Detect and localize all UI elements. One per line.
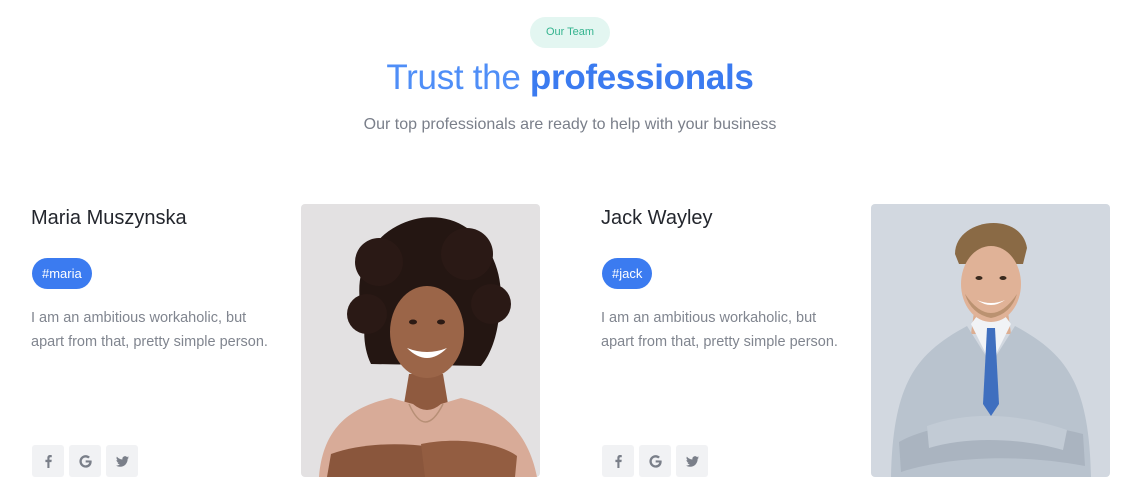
member-name: Jack Wayley: [601, 207, 713, 229]
member-tag[interactable]: #maria: [32, 258, 92, 289]
team-card-jack: Jack Wayley #jack I am an ambitious work…: [601, 204, 1110, 477]
section-subtitle: Our top professionals are ready to help …: [363, 116, 777, 133]
member-name: Maria Muszynska: [31, 207, 187, 229]
google-icon[interactable]: [69, 445, 101, 477]
section-badge: Our Team: [529, 17, 611, 48]
twitter-icon[interactable]: [106, 445, 138, 477]
portrait-man-image: [871, 204, 1110, 477]
facebook-icon[interactable]: [602, 445, 634, 477]
member-tag[interactable]: #jack: [602, 258, 653, 289]
facebook-icon[interactable]: [32, 445, 64, 477]
twitter-icon[interactable]: [676, 445, 708, 477]
social-links: [32, 445, 138, 477]
team-card-maria: Maria Muszynska #maria I am an ambitious…: [31, 204, 540, 477]
social-links: [602, 445, 708, 477]
portrait-woman-image: [301, 204, 540, 477]
title-bold: professionals: [529, 58, 754, 97]
google-icon[interactable]: [639, 445, 671, 477]
section-title: Trust the professionals: [0, 58, 1140, 98]
section-badge-wrap: Our Team: [0, 17, 1140, 48]
member-photo: [871, 204, 1110, 477]
member-bio: I am an ambitious workaholic, but apart …: [601, 310, 838, 350]
member-photo: [301, 204, 540, 477]
title-light: Trust the: [386, 58, 530, 97]
member-bio: I am an ambitious workaholic, but apart …: [31, 310, 268, 350]
